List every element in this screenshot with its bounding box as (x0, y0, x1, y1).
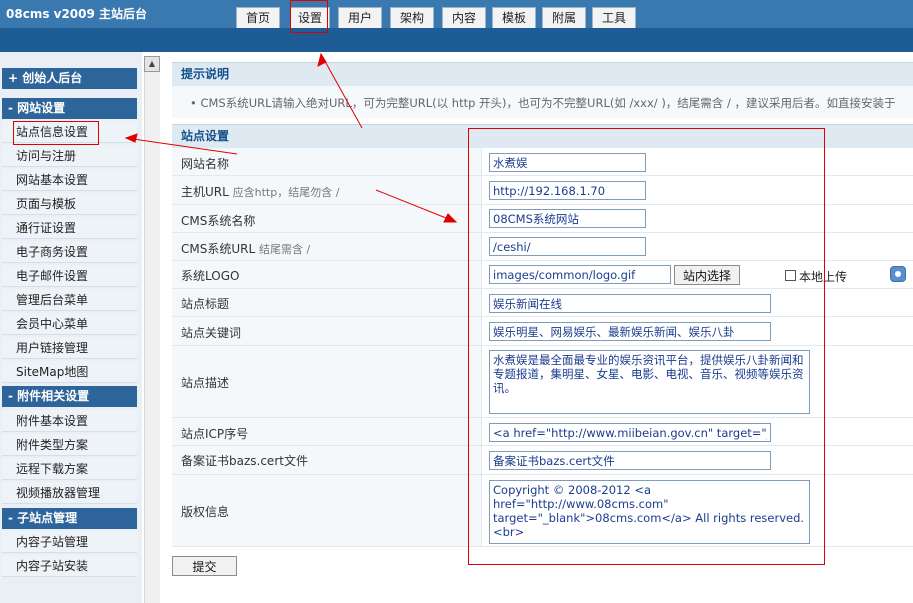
hint-host-url: 应含http，结尾勿含 / (232, 186, 340, 199)
tab-structure[interactable]: 架构 (390, 7, 434, 28)
sidebar-item-access-register[interactable]: 访问与注册 (2, 145, 137, 167)
preview-eye-icon[interactable] (890, 266, 906, 282)
label-cms-url: CMS系统URL (181, 242, 256, 256)
sidebar-section-founder[interactable]: + 创始人后台 (2, 68, 137, 89)
sidebar-item-video-player[interactable]: 视频播放器管理 (2, 482, 137, 504)
tab-content[interactable]: 内容 (442, 7, 486, 28)
label-description: 站点描述 (181, 376, 230, 390)
label-host-url: 主机URL (181, 185, 229, 199)
tab-attachments[interactable]: 附属 (542, 7, 586, 28)
sidebar-item-member-menu[interactable]: 会员中心菜单 (2, 313, 137, 335)
sidebar-item-substation-manage[interactable]: 内容子站管理 (2, 531, 137, 553)
label-keywords: 站点关键词 (181, 326, 242, 340)
tab-home[interactable]: 首页 (236, 7, 280, 28)
tips-text: • CMS系统URL请输入绝对URL，可为完整URL(以 http 开头)，也可… (190, 96, 896, 110)
label-bazs-cert: 备案证书bazs.cert文件 (181, 454, 308, 468)
label-icp: 站点ICP序号 (181, 427, 249, 441)
sidebar-item-passport[interactable]: 通行证设置 (2, 217, 137, 239)
header-bar: 08cms v2009 主站后台 首页 设置 用户 架构 内容 模板 附属 工具 (0, 0, 913, 52)
annotation-box-site-info (13, 121, 99, 145)
app-title: 08cms v2009 主站后台 (6, 7, 148, 21)
sidebar-item-email[interactable]: 电子邮件设置 (2, 265, 137, 287)
sidebar-section-site-settings[interactable]: - 网站设置 (2, 98, 137, 119)
tips-header: 提示说明 (172, 62, 913, 86)
tab-templates[interactable]: 模板 (492, 7, 536, 28)
scroll-up-arrow-icon[interactable]: ▲ (144, 56, 160, 72)
tips-text-content: CMS系统URL请输入绝对URL，可为完整URL(以 http 开头)，也可为不… (200, 96, 896, 110)
annotation-box-settings-tab (290, 0, 328, 33)
hint-cms-url: 结尾需含 / (259, 243, 311, 256)
sidebar-item-attach-types[interactable]: 附件类型方案 (2, 434, 137, 456)
label-site-name: 网站名称 (181, 157, 230, 171)
submit-button[interactable]: 提交 (172, 556, 237, 576)
sidebar-item-substation-install[interactable]: 内容子站安装 (2, 555, 137, 577)
sidebar-item-basic-settings[interactable]: 网站基本设置 (2, 169, 137, 191)
sidebar-item-remote-download[interactable]: 远程下载方案 (2, 458, 137, 480)
sidebar-item-pages-templates[interactable]: 页面与模板 (2, 193, 137, 215)
label-copyright: 版权信息 (181, 505, 230, 519)
sidebar-item-ecommerce[interactable]: 电子商务设置 (2, 241, 137, 263)
tab-tools[interactable]: 工具 (592, 7, 636, 28)
label-cms-name: CMS系统名称 (181, 214, 256, 228)
annotation-box-form-fields (468, 128, 825, 565)
label-logo: 系统LOGO (181, 269, 240, 283)
sidebar-section-attachments[interactable]: - 附件相关设置 (2, 386, 137, 407)
sidebar-scrollbar[interactable] (144, 56, 160, 603)
tips-row: • CMS系统URL请输入绝对URL，可为完整URL(以 http 开头)，也可… (172, 86, 913, 118)
sidebar-section-substations[interactable]: - 子站点管理 (2, 508, 137, 529)
sidebar-item-user-links[interactable]: 用户链接管理 (2, 337, 137, 359)
tab-users[interactable]: 用户 (338, 7, 382, 28)
sidebar-item-admin-menu[interactable]: 管理后台菜单 (2, 289, 137, 311)
sidebar-item-sitemap[interactable]: SiteMap地图 (2, 361, 137, 383)
label-site-title: 站点标题 (181, 297, 230, 311)
sidebar-item-attach-basic[interactable]: 附件基本设置 (2, 410, 137, 432)
